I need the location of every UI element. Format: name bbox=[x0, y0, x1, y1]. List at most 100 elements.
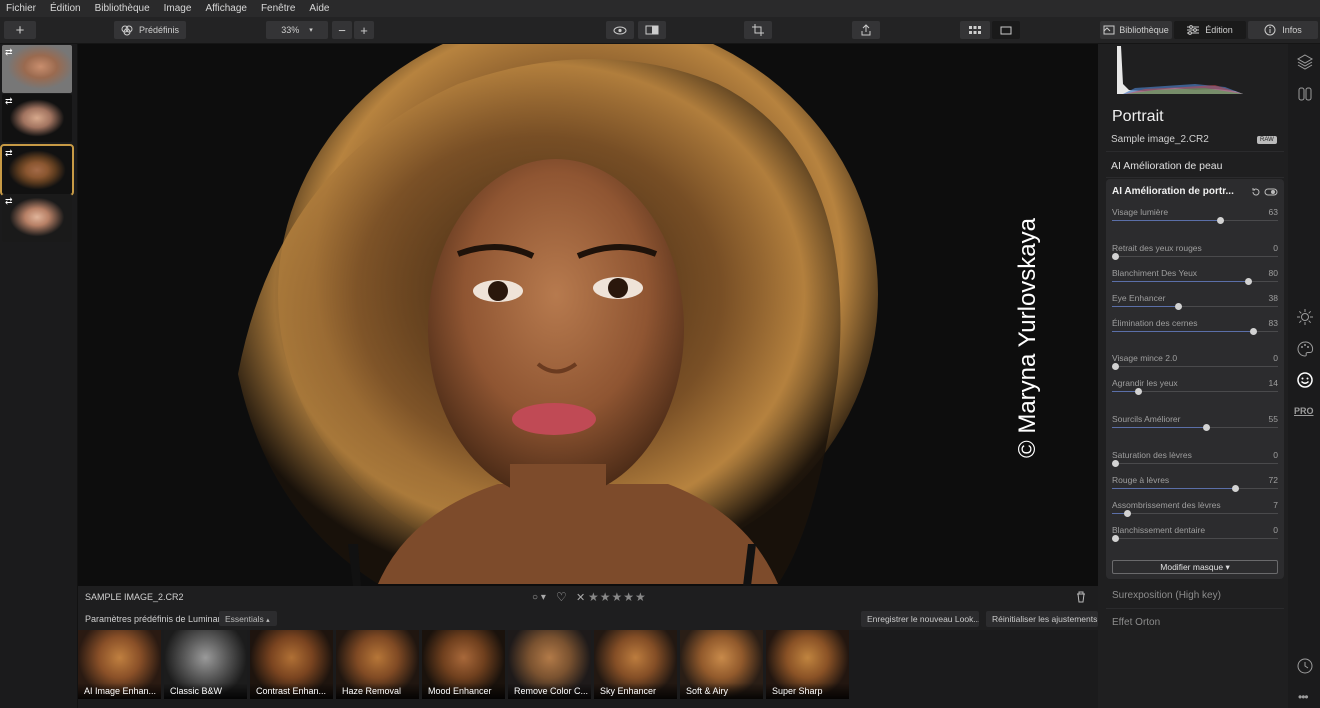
layers-icon[interactable] bbox=[1296, 53, 1314, 71]
tool-overexposure[interactable]: Surexposition (High key) bbox=[1112, 590, 1221, 601]
thumbnail-3-selected[interactable]: ⇄ bbox=[0, 144, 74, 196]
slider-fill bbox=[1112, 513, 1124, 514]
smile-icon[interactable] bbox=[1296, 371, 1314, 389]
slider-value: 83 bbox=[1268, 318, 1278, 328]
slider-value: 0 bbox=[1273, 525, 1278, 535]
preset-label: Soft & Airy bbox=[680, 683, 763, 699]
save-look-button[interactable]: Enregistrer le nouveau Look... bbox=[861, 611, 979, 627]
modify-mask-button[interactable]: Modifier masque ▾ bbox=[1112, 560, 1278, 574]
slider-track[interactable] bbox=[1112, 366, 1278, 367]
menu-fichier[interactable]: Fichier bbox=[6, 3, 36, 14]
grid-view-button[interactable] bbox=[960, 21, 990, 39]
zoom-in-button[interactable]: + bbox=[354, 21, 374, 39]
sliders-icon bbox=[1187, 25, 1200, 35]
histogram bbox=[1117, 46, 1243, 94]
slider-handle[interactable] bbox=[1135, 388, 1143, 395]
menu-aide[interactable]: Aide bbox=[309, 3, 329, 14]
raw-badge: RAW bbox=[1257, 136, 1277, 144]
edited-badge-icon: ⇄ bbox=[5, 47, 13, 57]
color-label-selector[interactable]: ○ ▾ bbox=[532, 592, 546, 603]
slider-value: 14 bbox=[1268, 378, 1278, 388]
slider-handle[interactable] bbox=[1123, 510, 1131, 517]
slider-handle[interactable] bbox=[1216, 217, 1224, 224]
tab-info-label: Infos bbox=[1282, 25, 1302, 35]
heart-icon[interactable]: ♡ bbox=[556, 590, 567, 604]
slider-handle[interactable] bbox=[1112, 535, 1119, 542]
clock-icon[interactable] bbox=[1296, 657, 1314, 675]
preset-card-5[interactable]: Mood Enhancer bbox=[422, 630, 505, 699]
preset-card-4[interactable]: Haze Removal bbox=[336, 630, 419, 699]
thumbnail-4[interactable]: ⇄ bbox=[2, 194, 72, 242]
reset-adjustments-button[interactable]: Réinitialiser les ajustements bbox=[986, 611, 1098, 627]
ai-portrait-panel: AI Amélioration de portr... Visage lumiè… bbox=[1106, 179, 1284, 579]
add-button[interactable]: + bbox=[4, 21, 36, 39]
preset-card-1[interactable]: AI Image Enhan... bbox=[78, 630, 161, 699]
slider-handle[interactable] bbox=[1231, 485, 1239, 492]
visibility-toggle-icon[interactable] bbox=[1264, 187, 1278, 197]
star-rating[interactable]: ★★★★★ bbox=[588, 590, 647, 604]
panel-title[interactable]: AI Amélioration de portr... bbox=[1112, 186, 1234, 197]
divider bbox=[1106, 177, 1284, 178]
slider-handle[interactable] bbox=[1112, 253, 1119, 260]
slider-track[interactable] bbox=[1112, 463, 1278, 464]
slider-handle[interactable] bbox=[1175, 303, 1183, 310]
menu-affichage[interactable]: Affichage bbox=[205, 3, 247, 14]
slider-track[interactable] bbox=[1112, 256, 1278, 257]
slider-track[interactable] bbox=[1112, 513, 1278, 514]
portrait-photo bbox=[78, 44, 1098, 586]
trash-icon[interactable] bbox=[1076, 591, 1086, 603]
slider-fill bbox=[1112, 331, 1250, 332]
crop-button[interactable] bbox=[744, 21, 772, 39]
preset-card-7[interactable]: Sky Enhancer bbox=[594, 630, 677, 699]
thumbnail-2[interactable]: ⇄ bbox=[2, 94, 72, 142]
menu-fenetre[interactable]: Fenêtre bbox=[261, 3, 295, 14]
menu-bibliotheque[interactable]: Bibliothèque bbox=[95, 3, 150, 14]
menu-edition[interactable]: Édition bbox=[50, 3, 81, 14]
slider-value: 55 bbox=[1268, 414, 1278, 424]
reject-icon[interactable]: ✕ bbox=[576, 591, 585, 604]
preset-card-2[interactable]: Classic B&W bbox=[164, 630, 247, 699]
slider-label: Visage lumière bbox=[1112, 207, 1169, 217]
tab-info[interactable]: Infos bbox=[1248, 21, 1318, 39]
preset-card-9[interactable]: Super Sharp bbox=[766, 630, 849, 699]
zoom-out-button[interactable]: − bbox=[332, 21, 352, 39]
presets-button[interactable]: Prédéfinis bbox=[114, 21, 186, 39]
preset-collection-select[interactable]: Essentials ▴ bbox=[219, 611, 277, 626]
slider-handle[interactable] bbox=[1112, 460, 1119, 467]
pro-icon[interactable]: PRO bbox=[1294, 406, 1314, 416]
compare-panel-icon[interactable] bbox=[1296, 85, 1314, 103]
presets-label: Prédéfinis bbox=[138, 25, 180, 35]
slider-track[interactable] bbox=[1112, 538, 1278, 539]
zoom-select[interactable]: 33% ▾ bbox=[266, 21, 328, 39]
image-viewer[interactable]: © Maryna Yurlovskaya bbox=[78, 44, 1098, 586]
chevron-up-icon: ▴ bbox=[266, 617, 270, 624]
tool-orton-effect[interactable]: Effet Orton bbox=[1112, 617, 1160, 628]
zoom-value: 33% bbox=[281, 25, 300, 35]
tab-edit[interactable]: Édition bbox=[1174, 21, 1246, 39]
slider-handle[interactable] bbox=[1203, 424, 1211, 431]
toolbar: + Prédéfinis 33% ▾ − + Bibliothèque Éditi… bbox=[0, 17, 1320, 44]
sun-icon[interactable] bbox=[1296, 308, 1314, 326]
edited-badge-icon: ⇄ bbox=[5, 96, 13, 106]
preset-card-8[interactable]: Soft & Airy bbox=[680, 630, 763, 699]
reset-adjustments-label: Réinitialiser les ajustements bbox=[992, 614, 1098, 624]
menu-bar: Fichier Édition Bibliothèque Image Affic… bbox=[0, 0, 1320, 17]
slider-handle[interactable] bbox=[1244, 278, 1252, 285]
tab-library[interactable]: Bibliothèque bbox=[1100, 21, 1172, 39]
slider-handle[interactable] bbox=[1112, 363, 1119, 370]
single-view-button[interactable] bbox=[992, 21, 1020, 39]
menu-image[interactable]: Image bbox=[164, 3, 192, 14]
reset-icon[interactable] bbox=[1251, 187, 1261, 197]
slider-handle[interactable] bbox=[1249, 328, 1257, 335]
preview-button[interactable] bbox=[606, 21, 634, 39]
palette-icon[interactable] bbox=[1296, 340, 1314, 358]
preset-card-3[interactable]: Contrast Enhan... bbox=[250, 630, 333, 699]
minus-icon: − bbox=[338, 22, 346, 38]
slider-value: 72 bbox=[1268, 475, 1278, 485]
thumbnail-1[interactable]: ⇄ bbox=[2, 45, 72, 93]
more-icon[interactable]: ••• bbox=[1298, 690, 1309, 704]
compare-button[interactable] bbox=[638, 21, 666, 39]
share-button[interactable] bbox=[852, 21, 880, 39]
preset-card-6[interactable]: Remove Color C... bbox=[508, 630, 591, 699]
tool-ai-skin[interactable]: AI Amélioration de peau bbox=[1111, 160, 1223, 172]
